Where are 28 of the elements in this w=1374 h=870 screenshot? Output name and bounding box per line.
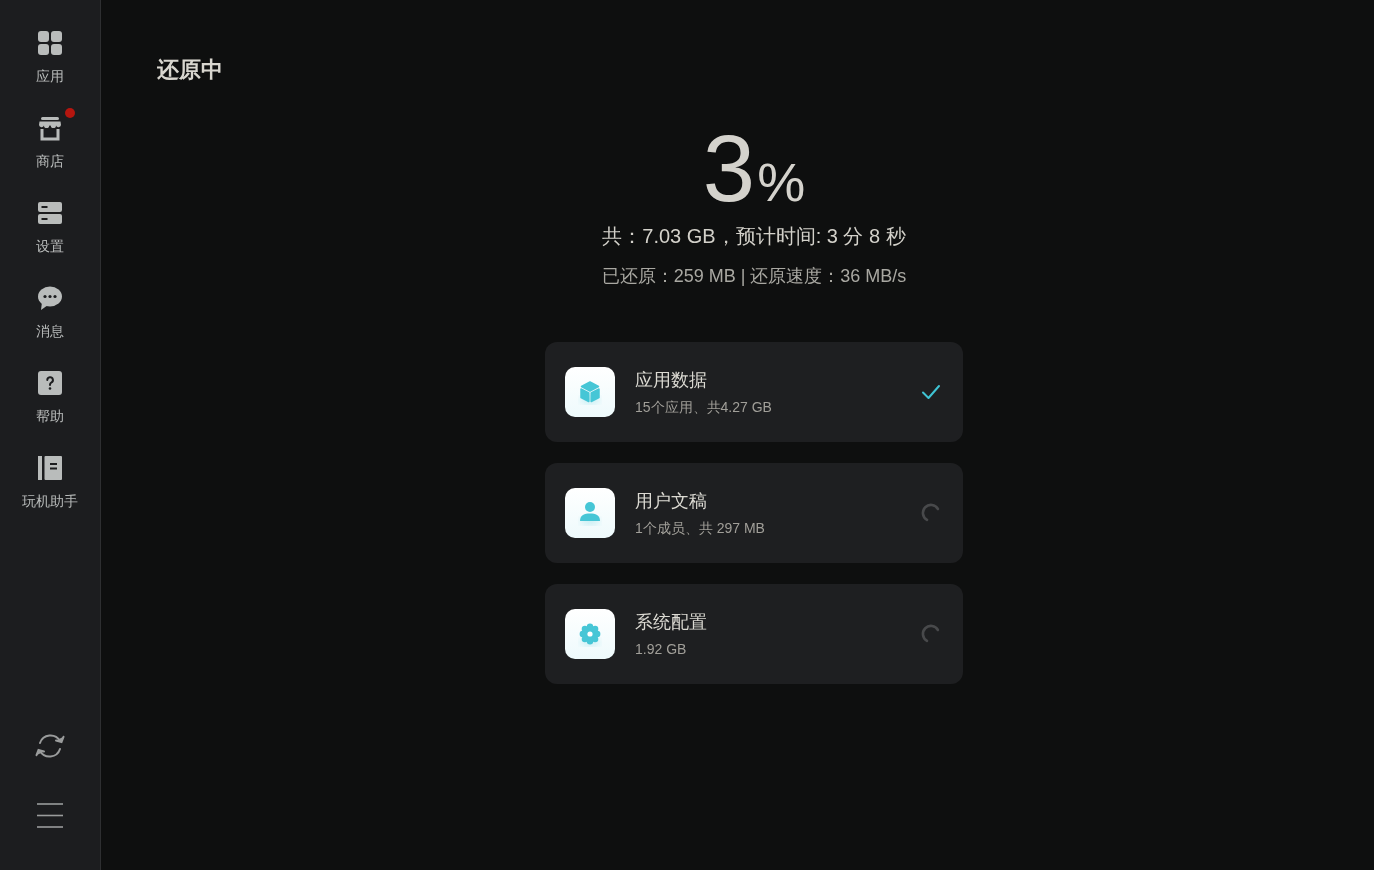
sidebar-item[interactable]: 消息 — [0, 285, 100, 370]
item-subtitle: 15个应用、共4.27 GB — [635, 397, 772, 417]
person-icon — [565, 488, 615, 538]
menu-icon[interactable] — [37, 803, 63, 828]
page-title: 还原中 — [157, 56, 223, 84]
restore-detail: 已还原：259 MB | 还原速度：36 MB/s — [601, 265, 907, 288]
item-title: 系统配置 — [635, 610, 707, 634]
item-title: 用户文稿 — [635, 489, 707, 513]
sidebar-item[interactable]: 玩机助手 — [0, 455, 100, 540]
sidebar-item[interactable]: 应用 — [0, 30, 100, 115]
item-subtitle: 1个成员、共 297 MB — [635, 518, 765, 538]
item-title: 应用数据 — [635, 368, 707, 392]
sidebar-item[interactable]: 帮助 — [0, 370, 100, 455]
sidebar-item[interactable]: 商店 — [0, 115, 100, 200]
gear-icon — [565, 609, 615, 659]
cube-icon — [565, 367, 615, 417]
help-icon — [37, 370, 63, 396]
sync-icon[interactable] — [34, 731, 66, 761]
store-icon — [37, 115, 63, 141]
server-icon — [37, 200, 63, 226]
book-icon — [37, 455, 63, 481]
sidebar-item[interactable]: 设置 — [0, 200, 100, 285]
percent-sign: % — [757, 155, 806, 209]
restore-summary: 共：7.03 GB，预计时间: 3 分 8 秒 — [602, 224, 906, 249]
grid-icon — [37, 30, 63, 56]
item-subtitle: 1.92 GB — [635, 639, 687, 659]
progress-percent: 3 — [702, 122, 756, 216]
chat-bubble-icon — [37, 285, 63, 311]
